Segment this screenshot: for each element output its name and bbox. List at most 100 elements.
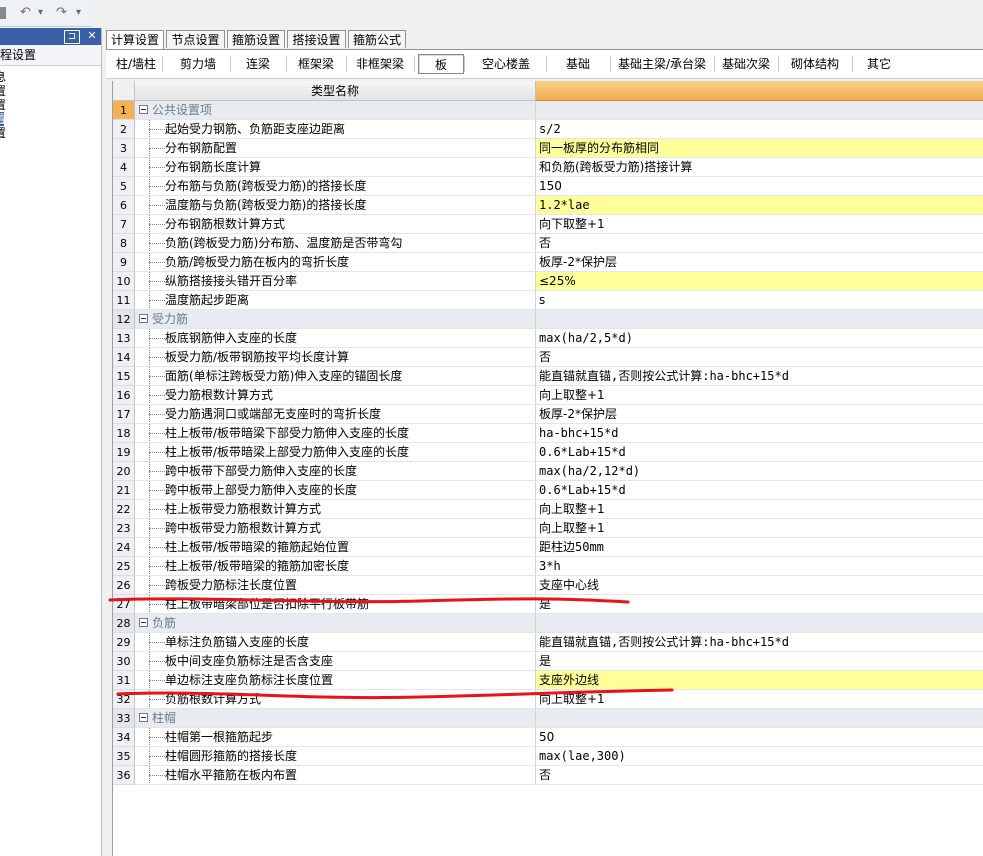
setting-value-cell[interactable]: 向上取整+1: [536, 519, 983, 538]
left-tree-item[interactable]: 置: [0, 112, 4, 126]
save-icon[interactable]: [0, 7, 6, 19]
group-row[interactable]: 1 公共设置项: [113, 101, 983, 120]
column-header-value[interactable]: [536, 81, 983, 101]
setting-value-cell[interactable]: 50: [536, 728, 983, 747]
table-row[interactable]: 13 板底钢筋伸入支座的长度 max(ha/2,5*d): [113, 329, 983, 348]
setting-value-cell[interactable]: 距柱边50mm: [536, 538, 983, 557]
setting-value-cell[interactable]: 1.2*lae: [536, 196, 983, 215]
table-row[interactable]: 7 分布钢筋根数计算方式 向下取整+1: [113, 215, 983, 234]
tab-2[interactable]: 箍筋设置: [227, 30, 285, 48]
category-button-6[interactable]: 空心楼盖: [466, 54, 546, 74]
left-tree-item[interactable]: 置: [0, 84, 101, 98]
table-row[interactable]: 3 分布钢筋配置 同一板厚的分布筋相同: [113, 139, 983, 158]
setting-value-cell[interactable]: 是: [536, 595, 983, 614]
setting-value-cell[interactable]: 支座中心线: [536, 576, 983, 595]
table-row[interactable]: 6 温度筋与负筋(跨板受力筋)的搭接长度 1.2*lae: [113, 196, 983, 215]
tab-1[interactable]: 节点设置: [166, 30, 225, 48]
table-row[interactable]: 24 柱上板带/板带暗梁的箍筋起始位置 距柱边50mm: [113, 538, 983, 557]
table-row[interactable]: 17 受力筋遇洞口或端部无支座时的弯折长度 板厚-2*保护层: [113, 405, 983, 424]
redo-dropdown-icon[interactable]: ▾: [76, 4, 81, 22]
category-button-11[interactable]: 其它: [852, 54, 906, 74]
table-row[interactable]: 22 柱上板带受力筋根数计算方式 向上取整+1: [113, 500, 983, 519]
group-row[interactable]: 33 柱帽: [113, 709, 983, 728]
setting-value-cell[interactable]: 向上取整+1: [536, 690, 983, 709]
table-row[interactable]: 32 负筋根数计算方式 向上取整+1: [113, 690, 983, 709]
setting-value-cell[interactable]: 能直锚就直锚,否则按公式计算:ha-bhc+15*d: [536, 633, 983, 652]
category-button-2[interactable]: 连梁: [230, 54, 286, 74]
setting-value-cell[interactable]: 向上取整+1: [536, 500, 983, 519]
collapse-icon[interactable]: [139, 105, 148, 114]
setting-value-cell[interactable]: 和负筋(跨板受力筋)搭接计算: [536, 158, 983, 177]
setting-value-cell[interactable]: 板厚-2*保护层: [536, 253, 983, 272]
table-row[interactable]: 35 柱帽圆形箍筋的搭接长度 max(lae,300): [113, 747, 983, 766]
category-button-10[interactable]: 砌体结构: [778, 54, 852, 74]
close-icon[interactable]: ✕: [86, 29, 98, 43]
table-row[interactable]: 29 单标注负筋锚入支座的长度 能直锚就直锚,否则按公式计算:ha-bhc+15*d: [113, 633, 983, 652]
table-row[interactable]: 5 分布筋与负筋(跨板受力筋)的搭接长度 150: [113, 177, 983, 196]
setting-value-cell[interactable]: 同一板厚的分布筋相同: [536, 139, 983, 158]
table-row[interactable]: 23 跨中板带受力筋根数计算方式 向上取整+1: [113, 519, 983, 538]
setting-value-cell[interactable]: 能直锚就直锚,否则按公式计算:ha-bhc+15*d: [536, 367, 983, 386]
category-button-3[interactable]: 框架梁: [286, 54, 346, 74]
setting-value-cell[interactable]: 0.6*Lab+15*d: [536, 443, 983, 462]
undo-dropdown-icon[interactable]: ▾: [38, 4, 43, 22]
collapse-icon[interactable]: [139, 713, 148, 722]
tab-0[interactable]: 计算设置: [106, 30, 164, 50]
setting-value-cell[interactable]: ha-bhc+15*d: [536, 424, 983, 443]
setting-value-cell[interactable]: s/2: [536, 120, 983, 139]
collapse-icon[interactable]: [139, 618, 148, 627]
left-tree-item[interactable]: 置: [0, 98, 101, 112]
setting-value-cell[interactable]: s: [536, 291, 983, 310]
category-button-5[interactable]: 板: [418, 54, 464, 74]
setting-value-cell[interactable]: 板厚-2*保护层: [536, 405, 983, 424]
setting-value-cell[interactable]: 否: [536, 766, 983, 785]
left-tree-item[interactable]: 息: [0, 70, 101, 84]
table-row[interactable]: 30 板中间支座负筋标注是否含支座 是: [113, 652, 983, 671]
category-button-8[interactable]: 基础主梁/承台梁: [610, 54, 714, 74]
setting-value-cell[interactable]: 0.6*Lab+15*d: [536, 481, 983, 500]
setting-value-cell[interactable]: ≤25%: [536, 272, 983, 291]
table-row[interactable]: 8 负筋(跨板受力筋)分布筋、温度筋是否带弯勾 否: [113, 234, 983, 253]
category-button-1[interactable]: 剪力墙: [166, 54, 230, 74]
table-row[interactable]: 34 柱帽第一根箍筋起步 50: [113, 728, 983, 747]
column-header-name[interactable]: 类型名称: [135, 81, 536, 101]
setting-value-cell[interactable]: max(ha/2,5*d): [536, 329, 983, 348]
tab-3[interactable]: 搭接设置: [287, 30, 346, 48]
undo-icon[interactable]: ↶: [20, 4, 31, 22]
table-row[interactable]: 16 受力筋根数计算方式 向上取整+1: [113, 386, 983, 405]
table-row[interactable]: 18 柱上板带/板带暗梁下部受力筋伸入支座的长度 ha-bhc+15*d: [113, 424, 983, 443]
table-row[interactable]: 36 柱帽水平箍筋在板内布置 否: [113, 766, 983, 785]
table-row[interactable]: 19 柱上板带/板带暗梁上部受力筋伸入支座的长度 0.6*Lab+15*d: [113, 443, 983, 462]
category-button-4[interactable]: 非框架梁: [346, 54, 414, 74]
table-row[interactable]: 31 单边标注支座负筋标注长度位置 支座外边线: [113, 671, 983, 690]
setting-value-cell[interactable]: 向下取整+1: [536, 215, 983, 234]
setting-value-cell[interactable]: 向上取整+1: [536, 386, 983, 405]
table-row[interactable]: 9 负筋/跨板受力筋在板内的弯折长度 板厚-2*保护层: [113, 253, 983, 272]
table-row[interactable]: 15 面筋(单标注跨板受力筋)伸入支座的锚固长度 能直锚就直锚,否则按公式计算:ha…: [113, 367, 983, 386]
table-row[interactable]: 10 纵筋搭接接头错开百分率 ≤25%: [113, 272, 983, 291]
left-tree-item[interactable]: 置: [0, 126, 101, 140]
table-row[interactable]: 26 跨板受力筋标注长度位置 支座中心线: [113, 576, 983, 595]
collapse-icon[interactable]: [139, 314, 148, 323]
group-row[interactable]: 28 负筋: [113, 614, 983, 633]
table-row[interactable]: 21 跨中板带上部受力筋伸入支座的长度 0.6*Lab+15*d: [113, 481, 983, 500]
table-row[interactable]: 27 柱上板带暗梁部位是否扣除平行板带筋 是: [113, 595, 983, 614]
table-row[interactable]: 4 分布钢筋长度计算 和负筋(跨板受力筋)搭接计算: [113, 158, 983, 177]
setting-value-cell[interactable]: 支座外边线: [536, 671, 983, 690]
category-button-7[interactable]: 基础: [546, 54, 610, 74]
table-row[interactable]: 2 起始受力钢筋、负筋距支座边距离 s/2: [113, 120, 983, 139]
table-row[interactable]: 20 跨中板带下部受力筋伸入支座的长度 max(ha/2,12*d): [113, 462, 983, 481]
setting-value-cell[interactable]: max(ha/2,12*d): [536, 462, 983, 481]
category-button-0[interactable]: 柱/墙柱: [110, 54, 162, 74]
setting-value-cell[interactable]: 150: [536, 177, 983, 196]
setting-value-cell[interactable]: 3*h: [536, 557, 983, 576]
setting-value-cell[interactable]: 否: [536, 234, 983, 253]
table-row[interactable]: 14 板受力筋/板带钢筋按平均长度计算 否: [113, 348, 983, 367]
category-button-9[interactable]: 基础次梁: [714, 54, 778, 74]
pin-icon[interactable]: ⊐: [64, 30, 80, 44]
setting-value-cell[interactable]: 是: [536, 652, 983, 671]
tab-4[interactable]: 箍筋公式: [348, 30, 406, 48]
table-row[interactable]: 11 温度筋起步距离 s: [113, 291, 983, 310]
table-row[interactable]: 25 柱上板带/板带暗梁的箍筋加密长度 3*h: [113, 557, 983, 576]
setting-value-cell[interactable]: max(lae,300): [536, 747, 983, 766]
